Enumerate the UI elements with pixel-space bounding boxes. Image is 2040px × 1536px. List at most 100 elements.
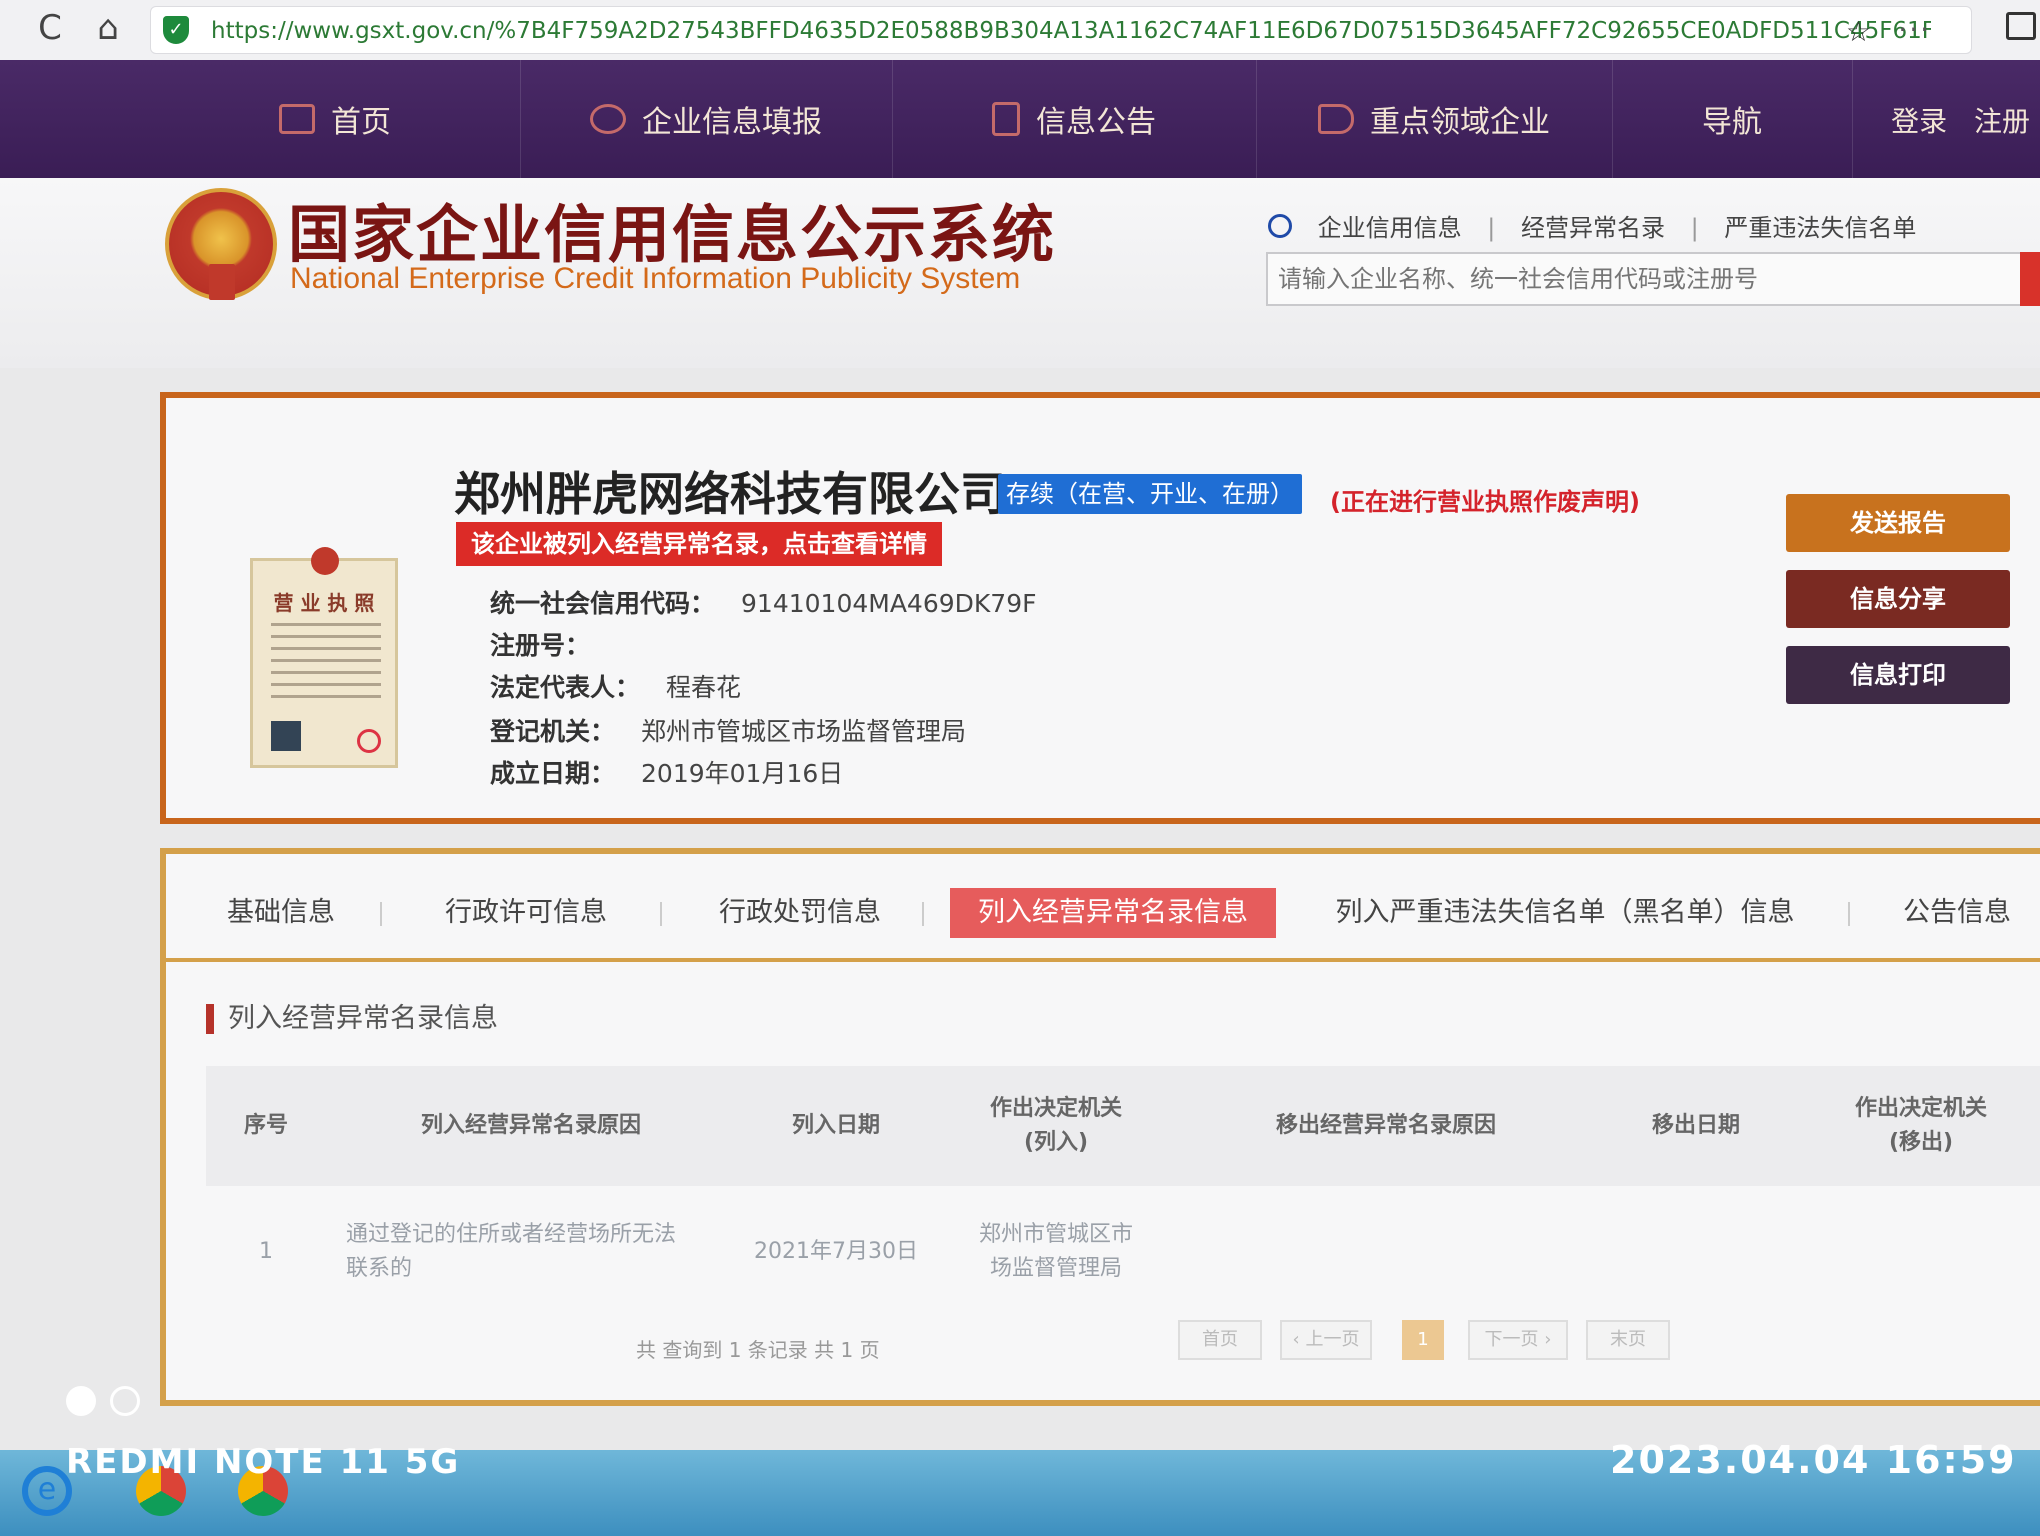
cell-date: 2021年7月30日 (754, 1239, 918, 1264)
nav-home[interactable]: 首页 (150, 60, 521, 178)
pager-prev-button[interactable]: ‹ 上一页 (1280, 1320, 1372, 1360)
site-subtitle: National Enterprise Credit Information P… (290, 262, 1021, 295)
secure-shield-icon: ✓ (163, 16, 189, 44)
pager-last-button[interactable]: 末页 (1586, 1320, 1670, 1360)
col-authority-out-line2: (移出) (1888, 1130, 1954, 1155)
dot-hollow-icon (110, 1386, 140, 1416)
red-stamp-icon (357, 729, 381, 753)
col-authority-in: 作出决定机关 (列入) (936, 1066, 1176, 1186)
credit-code-row: 统一社会信用代码： 91410104MA469DK79F (490, 584, 1037, 620)
license-text-lines (271, 623, 381, 703)
nav-home-label: 首页 (331, 105, 391, 140)
print-info-button[interactable]: 信息打印 (1786, 646, 2010, 704)
cell-authority-in: 郑州市管城区市 场监督管理局 (936, 1202, 1176, 1302)
monitor-icon (279, 104, 315, 134)
business-license-thumbnail[interactable]: 营 业 执 照 (250, 547, 398, 768)
authority-value: 郑州市管城区市场监督管理局 (641, 717, 967, 746)
col-authority-out: 作出决定机关 (移出) (1796, 1066, 2040, 1186)
founded-label: 成立日期： (490, 759, 616, 788)
register-link[interactable]: 注册 (1974, 105, 2030, 138)
nav-enterprise-report[interactable]: 企业信息填报 (520, 60, 893, 178)
legal-rep-row: 法定代表人： 程春花 (490, 668, 741, 704)
search-category-links: 企业信用信息 | 经营异常名录 | 严重违法失信名单 (1268, 208, 1916, 243)
legal-rep-label: 法定代表人： (490, 673, 641, 702)
divider: | (1690, 214, 1699, 242)
sidebar-toggle-icon[interactable] (2006, 12, 2036, 40)
nav-guide-label: 导航 (1702, 105, 1762, 140)
more-menu-icon[interactable]: ··· (1898, 13, 1931, 46)
col-authority-in-line1: 作出决定机关 (989, 1096, 1122, 1121)
tab-basic-info[interactable]: 基础信息 (206, 888, 356, 938)
company-card: 营 业 执 照 郑州胖虎网络科技有限公司 存续（在营、开业、在册） (正在进行营… (160, 392, 2040, 824)
search-icon (1268, 214, 1292, 238)
address-bar[interactable]: ✓ https://www.gsxt.gov.cn/%7B4F759A2D275… (150, 6, 1972, 54)
nav-announcements[interactable]: 信息公告 (892, 60, 1257, 178)
pager-summary: 共 查询到 1 条记录 共 1 页 (636, 1338, 880, 1362)
tab-divider (660, 902, 662, 926)
site-title: 国家企业信用信息公示系统 (288, 198, 1057, 271)
tab-blacklist[interactable]: 列入严重违法失信名单（黑名单）信息 (1300, 888, 1830, 938)
tab-admin-license[interactable]: 行政许可信息 (416, 888, 636, 938)
company-name: 郑州胖虎网络科技有限公司 (454, 467, 1006, 521)
login-link[interactable]: 登录 (1891, 105, 1947, 138)
camera-device-watermark: REDMI NOTE 11 5G (66, 1442, 461, 1482)
info-tabs: 基础信息 行政许可信息 行政处罚信息 列入经营异常名录信息 列入严重违法失信名单… (160, 848, 2040, 958)
search-link-abnormal[interactable]: 经营异常名录 (1521, 214, 1665, 242)
credit-code-label: 统一社会信用代码： (490, 589, 716, 618)
cell-index: 1 (259, 1239, 273, 1264)
cell-authority-in-line1: 郑州市管城区市 (978, 1222, 1133, 1247)
search-input[interactable] (1266, 252, 2022, 306)
document-icon (992, 102, 1020, 136)
authority-label: 登记机关： (490, 717, 616, 746)
tab-admin-penalty[interactable]: 行政处罚信息 (690, 888, 910, 938)
search-link-blacklist[interactable]: 严重违法失信名单 (1724, 214, 1916, 242)
tab-announcements[interactable]: 公告信息 (1882, 888, 2032, 938)
pager-current-page[interactable]: 1 (1402, 1320, 1444, 1360)
megaphone-icon (1318, 104, 1354, 134)
nav-key-enterprises[interactable]: 重点领域企业 (1256, 60, 1613, 178)
col-removal-date: 移出日期 (1651, 1113, 1740, 1138)
national-emblem-logo (165, 188, 277, 300)
url-text[interactable]: https://www.gsxt.gov.cn/%7B4F759A2D27543… (211, 17, 1931, 45)
site-header: 国家企业信用信息公示系统 National Enterprise Credit … (0, 178, 2040, 368)
tab-divider (922, 902, 924, 926)
send-report-button[interactable]: 发送报告 (1786, 494, 2010, 552)
abnormal-list-alert[interactable]: 该企业被列入经营异常名录，点击查看详情 (456, 522, 942, 566)
qr-code-icon (271, 721, 301, 751)
divider: | (1487, 214, 1496, 242)
tab-divider (1848, 902, 1850, 926)
reg-no-row: 注册号： (490, 626, 616, 662)
share-info-button[interactable]: 信息分享 (1786, 570, 2010, 628)
col-index: 序号 (243, 1113, 288, 1138)
nav-announcements-label: 信息公告 (1036, 105, 1156, 140)
dot-filled-icon (66, 1386, 96, 1416)
table-header: 序号 列入经营异常名录原因 列入日期 作出决定机关 (列入) 移出经营异常名录原… (206, 1066, 2040, 1186)
edit-icon (590, 104, 626, 134)
bookmark-star-icon[interactable]: ☆ (1846, 15, 1871, 48)
col-date: 列入日期 (791, 1113, 880, 1138)
search-link-credit[interactable]: 企业信用信息 (1318, 214, 1462, 242)
col-reason: 列入经营异常名录原因 (420, 1113, 641, 1138)
pager-next-button[interactable]: 下一页 › (1468, 1320, 1568, 1360)
reload-icon[interactable]: C (28, 6, 72, 50)
nav-guide[interactable]: 导航 (1612, 60, 1853, 178)
cell-removal-reason (1176, 1202, 1596, 1302)
license-void-notice[interactable]: (正在进行营业执照作废声明) (1330, 482, 1640, 517)
tab-abnormal-list[interactable]: 列入经营异常名录信息 (950, 888, 1276, 938)
pager-first-button[interactable]: 首页 (1178, 1320, 1262, 1360)
legal-rep-value: 程春花 (666, 673, 742, 702)
search-button[interactable] (2020, 252, 2040, 306)
section-title: 列入经营异常名录信息 (206, 1004, 498, 1034)
home-icon[interactable]: ⌂ (86, 6, 130, 50)
cell-authority-in-line2: 场监督管理局 (989, 1256, 1122, 1281)
nav-key-enterprises-label: 重点领域企业 (1370, 105, 1550, 140)
cell-reason-line2: 联系的 (346, 1256, 413, 1281)
cell-reason-line1: 通过登记的住所或者经营场所无法 (346, 1222, 677, 1247)
internet-explorer-icon[interactable]: e (22, 1466, 72, 1516)
camera-datetime-watermark: 2023.04.04 16:59 (1610, 1438, 2017, 1482)
license-title: 营 业 执 照 (273, 591, 375, 615)
status-badge: 存续（在营、开业、在册） (998, 474, 1302, 514)
cell-removal-date (1596, 1202, 1796, 1302)
auth-links: 登录 注册 (1873, 100, 2030, 140)
browser-toolbar: C ⌂ ✓ https://www.gsxt.gov.cn/%7B4F759A2… (0, 0, 2040, 61)
